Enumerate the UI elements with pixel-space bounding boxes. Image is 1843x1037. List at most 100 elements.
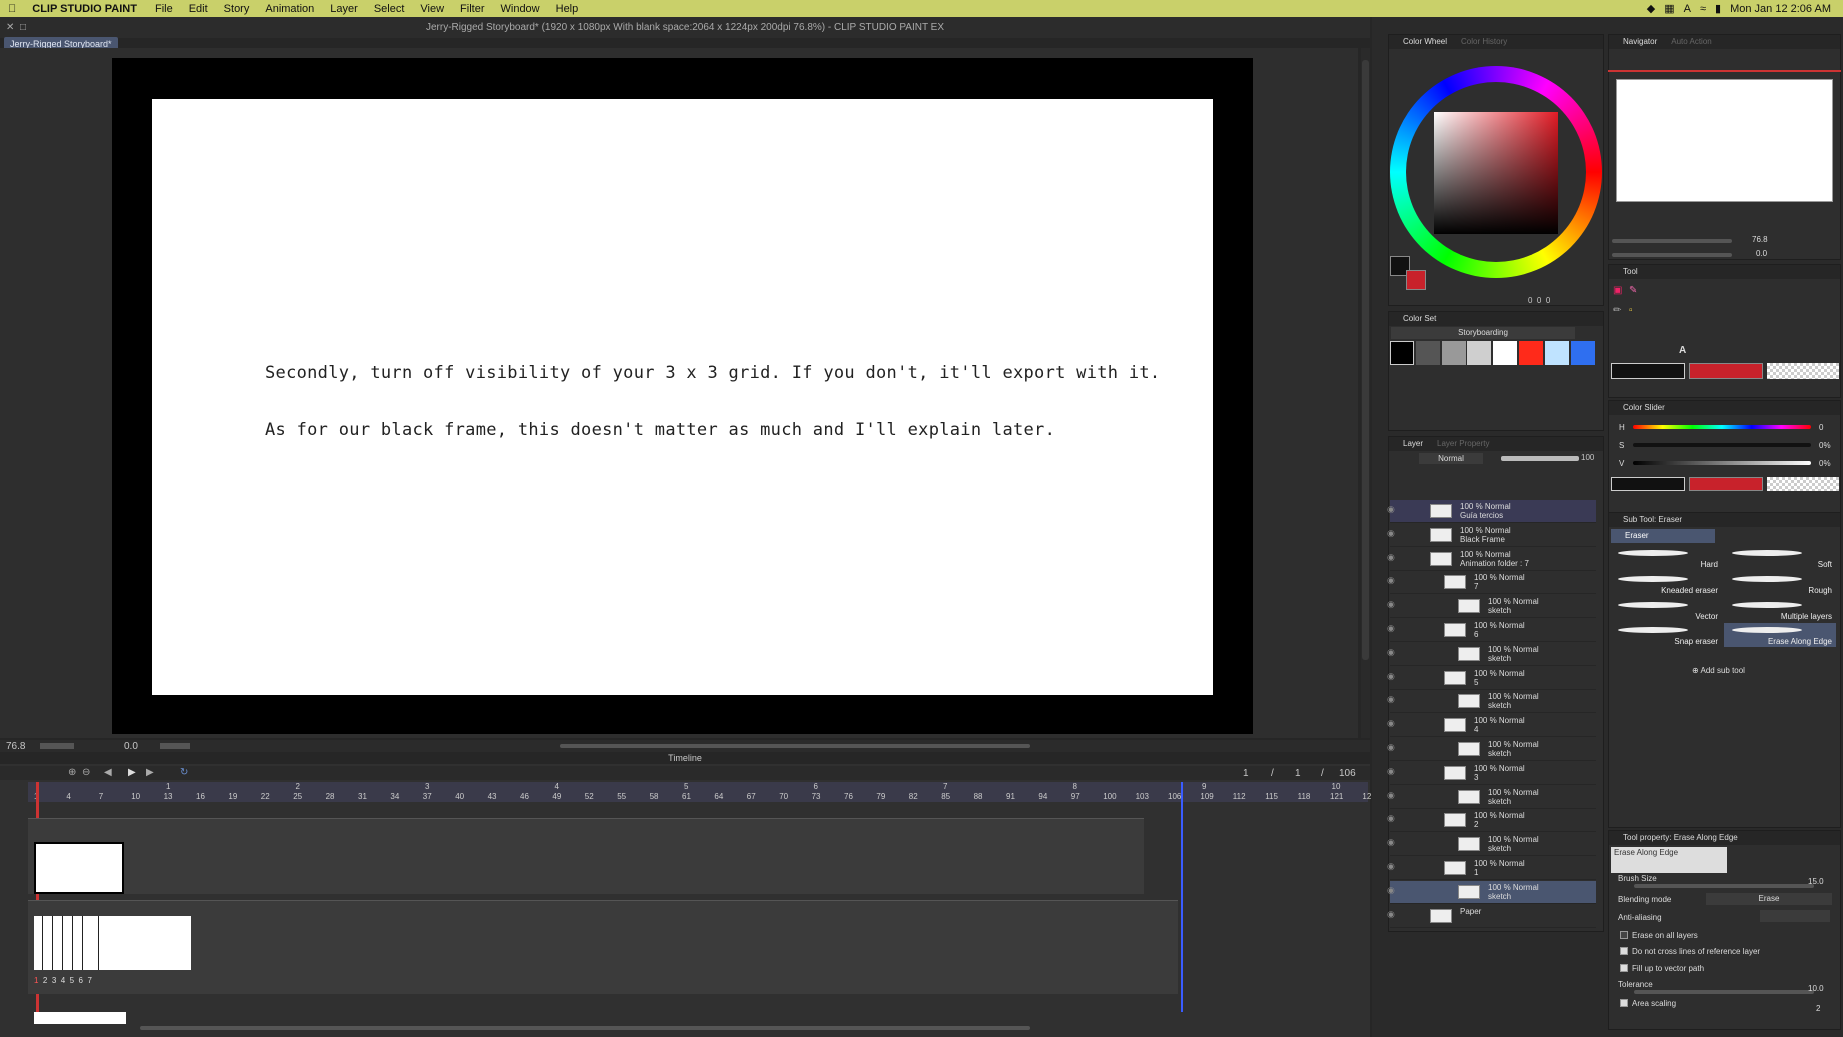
battery-icon[interactable]: ▮ [1715, 2, 1721, 15]
erase-all-layers-checkbox[interactable] [1620, 931, 1628, 939]
color-set-dropdown[interactable]: Storyboarding [1391, 327, 1575, 339]
tool-transparent-color[interactable] [1767, 363, 1839, 379]
no-cross-lines-checkbox[interactable] [1620, 947, 1628, 955]
angle-value[interactable]: 0.0 [124, 741, 138, 752]
play-icon[interactable]: ▶ [128, 767, 136, 778]
color-swatch[interactable] [1519, 341, 1543, 365]
layer-row[interactable]: ◉ 100 % Normal sketch [1387, 833, 1596, 857]
layer-row[interactable]: ◉ 100 % Normal sketch [1387, 595, 1596, 619]
opacity-slider[interactable] [1501, 456, 1579, 461]
saturation-value-square[interactable] [1434, 112, 1558, 234]
canvas-paper[interactable]: Secondly, turn off visibility of your 3 … [152, 99, 1213, 695]
tab-color-history[interactable]: Color History [1461, 37, 1507, 46]
tab-layer-property[interactable]: Layer Property [1437, 439, 1489, 448]
menu-view[interactable]: View [412, 3, 452, 15]
canvas-scroll-thumb[interactable] [1362, 60, 1369, 660]
color-set-header[interactable]: Color Set [1389, 312, 1603, 326]
sub-tool-item[interactable]: Soft [1724, 546, 1836, 570]
menu-animation[interactable]: Animation [257, 3, 322, 15]
layer-row[interactable]: ◉ 100 % Normal Guía tercios [1387, 500, 1596, 523]
sub-tool-group-eraser[interactable]: Eraser [1611, 529, 1715, 543]
apple-icon[interactable]:  [0, 3, 24, 15]
layer-row[interactable]: ◉ 100 % Normal sketch [1387, 690, 1596, 714]
eye-icon[interactable]: ◉ [1387, 766, 1395, 777]
color-swatch[interactable] [1570, 341, 1595, 365]
fill-vector-checkbox[interactable] [1620, 964, 1628, 972]
sub-color-swatch[interactable] [1406, 270, 1426, 290]
navigator-preview[interactable] [1616, 79, 1833, 202]
blending-mode-dropdown[interactable]: Erase [1706, 893, 1832, 905]
brush-size-slider[interactable] [1634, 884, 1814, 888]
eye-icon[interactable]: ◉ [1387, 909, 1395, 920]
color-slider-header[interactable]: Color Slider [1609, 401, 1840, 415]
sub-tool-item[interactable]: Kneaded eraser [1610, 572, 1722, 596]
layer-row[interactable]: ◉ 100 % Normal sketch [1387, 880, 1596, 904]
app-menu[interactable]: CLIP STUDIO PAINT [24, 3, 147, 15]
color-swatch[interactable] [1544, 341, 1569, 365]
close-icon[interactable]: ✕ [6, 17, 14, 38]
hue-value[interactable]: 0 [1819, 423, 1823, 432]
sub-tool-header[interactable]: Sub Tool: Eraser [1609, 513, 1840, 527]
layer-row[interactable]: ◉ 100 % Normal 7 [1387, 571, 1596, 595]
eye-icon[interactable]: ◉ [1387, 837, 1395, 848]
val-value[interactable]: 0% [1819, 459, 1831, 468]
next-frame-icon[interactable]: ▶ [146, 767, 154, 778]
tool-palette-icon[interactable]: ▣ [1613, 285, 1622, 296]
eye-icon[interactable]: ◉ [1387, 528, 1395, 539]
add-sub-tool-button[interactable]: ⊕ Add sub tool [1692, 666, 1745, 675]
tab-navigator[interactable]: Navigator [1623, 37, 1657, 46]
tolerance-value[interactable]: 10.0 [1808, 984, 1824, 993]
eye-icon[interactable]: ◉ [1387, 813, 1395, 824]
tab-color-wheel[interactable]: Color Wheel [1403, 37, 1447, 46]
canvas-horizontal-scrollbar[interactable] [560, 744, 1030, 748]
zoom-out-icon[interactable]: ⊖ [82, 767, 90, 778]
menu-select[interactable]: Select [366, 3, 413, 15]
value-slider[interactable] [1633, 461, 1811, 465]
eye-icon[interactable]: ◉ [1387, 599, 1395, 610]
area-scaling-value[interactable]: 2 [1816, 1004, 1820, 1013]
timeline-track-animation-folder[interactable] [28, 900, 1178, 994]
tool-header[interactable]: Tool [1609, 265, 1840, 279]
layer-row[interactable]: ◉ 100 % Normal 1 [1387, 857, 1596, 880]
eye-icon[interactable]: ◉ [1387, 575, 1395, 586]
color-swatch[interactable] [1415, 341, 1440, 365]
navigator-angle[interactable]: 0.0 [1756, 249, 1767, 258]
hue-slider[interactable] [1633, 425, 1811, 429]
keyboard-icon[interactable]: A [1684, 3, 1691, 15]
eye-icon[interactable]: ◉ [1387, 790, 1395, 801]
timeline-end-marker[interactable] [1181, 782, 1183, 1012]
area-scaling-checkbox[interactable] [1620, 999, 1628, 1007]
menu-layer[interactable]: Layer [322, 3, 366, 15]
navigator-zoom-slider[interactable] [1612, 239, 1732, 243]
tool-eraser-icon[interactable]: ▫ [1629, 305, 1633, 316]
zoom-in-icon[interactable]: ⊕ [68, 767, 76, 778]
menu-help[interactable]: Help [548, 3, 587, 15]
menu-filter[interactable]: Filter [452, 3, 492, 15]
navigator-angle-slider[interactable] [1612, 253, 1732, 257]
eye-icon[interactable]: ◉ [1387, 718, 1395, 729]
eye-icon[interactable]: ◉ [1387, 694, 1395, 705]
color-swatch[interactable] [1390, 341, 1414, 365]
sub-tool-item[interactable]: Erase Along Edge [1724, 623, 1836, 648]
sub-tool-item[interactable]: Hard [1610, 546, 1722, 570]
slider-main-color[interactable] [1611, 477, 1685, 491]
layer-row[interactable]: ◉ Paper [1387, 905, 1596, 928]
sat-value[interactable]: 0% [1819, 441, 1831, 450]
tool-main-color[interactable] [1611, 363, 1685, 379]
eye-icon[interactable]: ◉ [1387, 742, 1395, 753]
sub-tool-item[interactable]: Snap eraser [1610, 623, 1722, 647]
menu-story[interactable]: Story [216, 3, 258, 15]
blend-mode-dropdown[interactable]: Normal [1419, 453, 1483, 464]
menu-file[interactable]: File [147, 3, 181, 15]
layer-row[interactable]: ◉ 100 % Normal sketch [1387, 786, 1596, 809]
brush-size-value[interactable]: 15.0 [1808, 877, 1824, 886]
eye-icon[interactable]: ◉ [1387, 623, 1395, 634]
eye-icon[interactable]: ◉ [1387, 647, 1395, 658]
tool-property-header[interactable]: Tool property: Erase Along Edge [1609, 831, 1840, 845]
layer-row[interactable]: ◉ 100 % Normal 4 [1387, 714, 1596, 738]
layer-row[interactable]: ◉ 100 % Normal Black Frame [1387, 524, 1596, 547]
layer-row[interactable]: ◉ 100 % Normal 5 [1387, 667, 1596, 690]
tool-preset[interactable]: Erase Along Edge [1611, 847, 1727, 873]
zoom-value[interactable]: 76.8 [6, 741, 25, 752]
eye-icon[interactable]: ◉ [1387, 671, 1395, 682]
